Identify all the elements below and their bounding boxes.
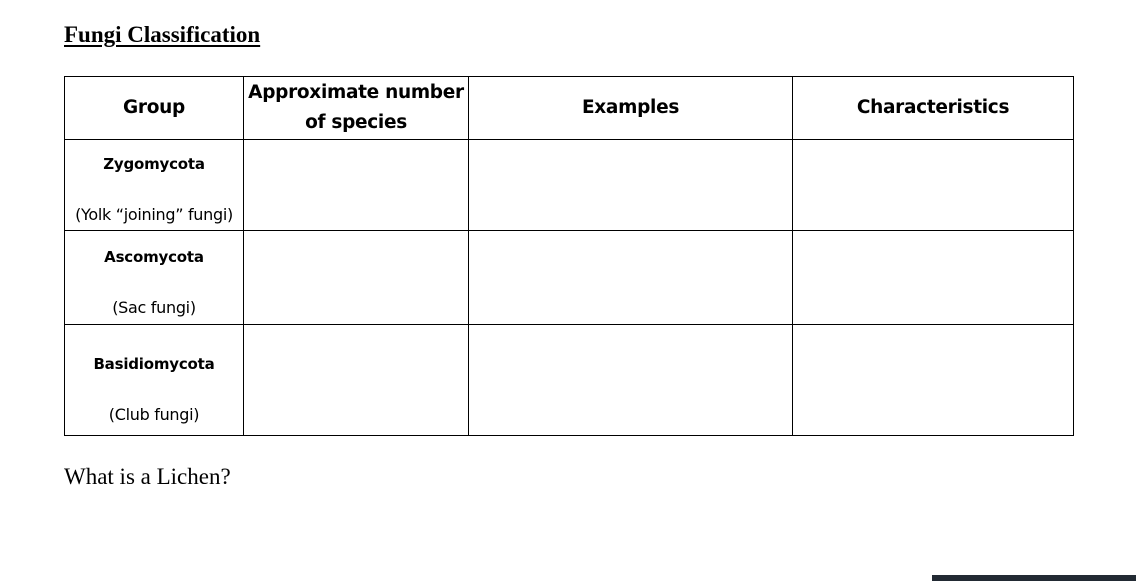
species-count-cell[interactable] [243, 324, 469, 436]
characteristics-cell[interactable] [792, 139, 1074, 231]
header-characteristics: Characteristics [792, 76, 1074, 140]
group-common-name: (Sac fungi) [112, 298, 196, 317]
species-count-cell[interactable] [243, 139, 469, 231]
characteristics-cell[interactable] [792, 324, 1074, 436]
group-name: Basidiomycota [93, 355, 215, 373]
group-common-name: (Yolk “joining” fungi) [75, 205, 233, 224]
group-name: Ascomycota [104, 248, 204, 266]
fungi-classification-table: Group Approximate number of species Exam… [64, 76, 1074, 436]
header-examples: Examples [468, 76, 793, 140]
group-common-name: (Club fungi) [108, 405, 200, 424]
examples-cell[interactable] [468, 324, 793, 436]
examples-cell[interactable] [468, 139, 793, 231]
species-count-cell[interactable] [243, 230, 469, 325]
examples-cell[interactable] [468, 230, 793, 325]
header-group: Group [64, 76, 244, 140]
group-cell: Ascomycota (Sac fungi) [64, 230, 244, 325]
page-title: Fungi Classification [64, 22, 261, 47]
table-header-row: Group Approximate number of species Exam… [64, 76, 1074, 140]
group-cell: Zygomycota (Yolk “joining” fungi) [64, 139, 244, 231]
group-name: Zygomycota [103, 155, 205, 173]
lichen-question: What is a Lichen? [64, 464, 231, 489]
table-row: Basidiomycota (Club fungi) [64, 324, 1074, 436]
table-row: Ascomycota (Sac fungi) [64, 230, 1074, 325]
header-species-count: Approximate number of species [243, 76, 469, 140]
group-cell: Basidiomycota (Club fungi) [64, 324, 244, 436]
characteristics-cell[interactable] [792, 230, 1074, 325]
bottom-toolbar-edge [932, 575, 1136, 581]
table-row: Zygomycota (Yolk “joining” fungi) [64, 139, 1074, 231]
